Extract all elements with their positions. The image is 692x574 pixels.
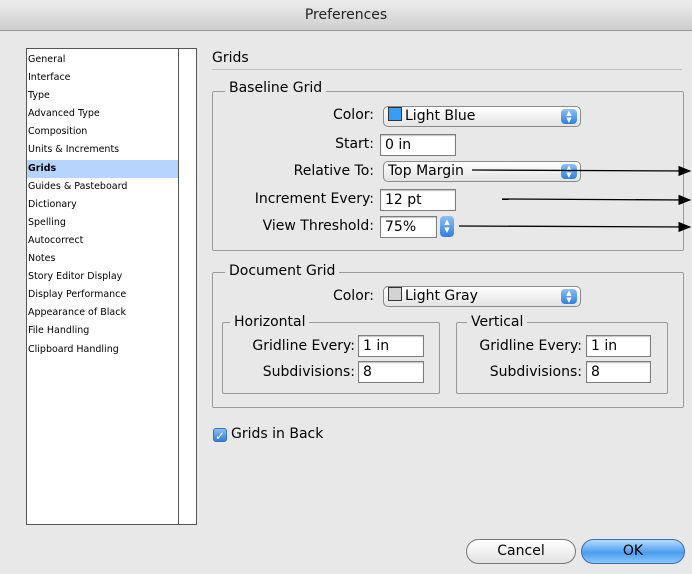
horizontal-gridline-label: Gridline Every: [252, 338, 355, 354]
vertical-subdivisions-label: Subdivisions: [489, 364, 582, 380]
document-color-value: Light Gray [405, 288, 478, 304]
ok-button[interactable]: OK [581, 539, 685, 564]
document-color-label: Color: [332, 288, 374, 304]
vertical-label: Vertical [467, 314, 528, 330]
horizontal-group [222, 322, 440, 394]
horizontal-gridline-field[interactable]: 1 in [358, 335, 424, 357]
arrow-view-threshold [458, 221, 692, 233]
arrow-relative-to [471, 165, 692, 177]
document-color-select[interactable]: Light Gray ▲ ▼ [383, 286, 581, 307]
document-grid-label: Document Grid [225, 263, 340, 279]
vertical-gridline-field[interactable]: 1 in [586, 335, 651, 357]
grids-in-back-checkbox[interactable]: ✓ [213, 428, 227, 443]
horizontal-label: Horizontal [230, 314, 310, 330]
vertical-subdivisions-field[interactable]: 8 [586, 361, 651, 383]
vertical-gridline-label: Gridline Every: [479, 338, 582, 354]
light-gray-swatch [388, 287, 402, 301]
cancel-button[interactable]: Cancel [466, 539, 576, 564]
popup-arrows-icon: ▲ ▼ [561, 289, 577, 304]
grids-in-back-label[interactable]: Grids in Back [231, 426, 323, 442]
vertical-group [456, 322, 668, 394]
arrow-increment-every [501, 194, 692, 206]
horizontal-subdivisions-field[interactable]: 8 [358, 361, 424, 383]
horizontal-subdivisions-label: Subdivisions: [262, 364, 355, 380]
